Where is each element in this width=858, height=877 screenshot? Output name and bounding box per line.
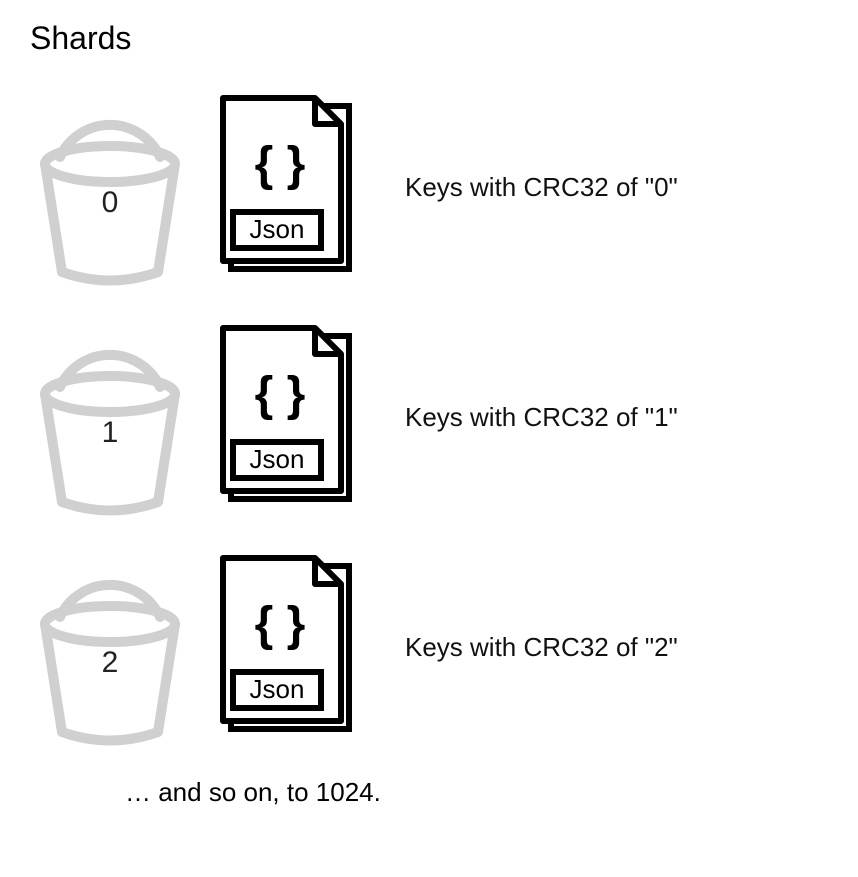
json-file-icon: { } Json <box>215 320 365 515</box>
json-file-icon: { } Json <box>215 550 365 745</box>
json-file-icon: { } Json <box>215 90 365 285</box>
bucket-number: 2 <box>102 646 119 680</box>
svg-text:{ }: { } <box>255 368 306 421</box>
json-badge-label: Json <box>250 444 305 474</box>
shard-row: 0 { } Json Keys with CRC32 of "0" <box>30 87 828 287</box>
shard-description: Keys with CRC32 of "0" <box>390 172 678 203</box>
json-badge-label: Json <box>250 674 305 704</box>
bucket-icon: 0 <box>30 87 190 287</box>
bucket-icon: 2 <box>30 547 190 747</box>
shard-description: Keys with CRC32 of "1" <box>390 402 678 433</box>
shard-row: 2 { } Json Keys with CRC32 of "2" <box>30 547 828 747</box>
bucket-icon: 1 <box>30 317 190 517</box>
shard-description: Keys with CRC32 of "2" <box>390 632 678 663</box>
svg-text:{ }: { } <box>255 138 306 191</box>
json-badge-label: Json <box>250 214 305 244</box>
bucket-number: 0 <box>102 186 119 220</box>
diagram-title: Shards <box>30 20 828 57</box>
svg-text:{ }: { } <box>255 598 306 651</box>
bucket-number: 1 <box>102 416 119 450</box>
continuation-note: … and so on, to 1024. <box>125 777 828 808</box>
shard-row: 1 { } Json Keys with CRC32 of "1" <box>30 317 828 517</box>
